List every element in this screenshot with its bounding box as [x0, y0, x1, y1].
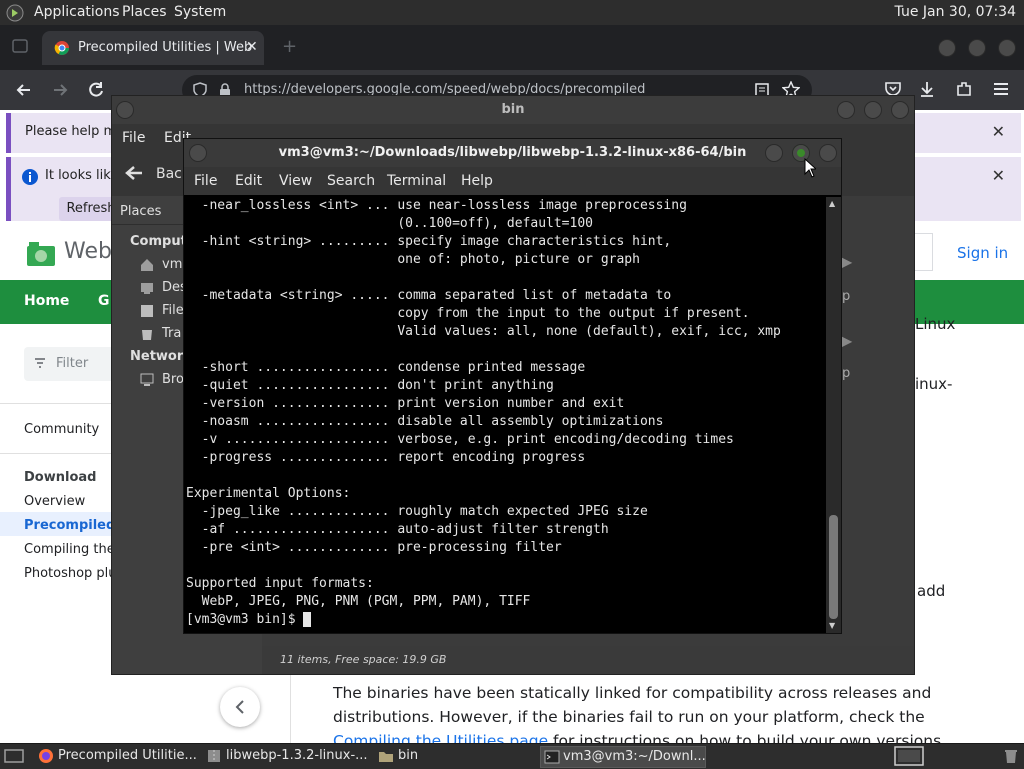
sidebar-collapse-button[interactable]: [220, 687, 260, 727]
nav-guides[interactable]: G: [98, 293, 110, 309]
download-icon[interactable]: [918, 80, 936, 98]
trash-icon: [140, 327, 154, 341]
term-menu-help[interactable]: Help: [461, 173, 493, 189]
network-icon: [140, 373, 154, 387]
reload-icon[interactable]: [86, 80, 106, 100]
scroll-down-icon[interactable]: ▼: [829, 621, 835, 630]
terminal-menubar: File Edit View Search Terminal Help: [184, 167, 841, 195]
new-tab-icon[interactable]: +: [282, 36, 297, 57]
filter-placeholder: Filter: [56, 356, 89, 371]
terminal-cursor: [303, 612, 312, 627]
sidebar-item-photoshop[interactable]: Photoshop plug: [24, 566, 125, 581]
browser-close-icon[interactable]: [998, 39, 1016, 57]
term-menu-file[interactable]: File: [194, 173, 217, 189]
mouse-pointer-icon: [804, 158, 816, 178]
top-panel: Applications Places System Tue Jan 30, 0…: [0, 0, 1024, 26]
terminal-window: vm3@vm3:~/Downloads/libwebp/libwebp-1.3.…: [183, 138, 842, 634]
browser-tab[interactable]: Precompiled Utilities | Web ✕: [42, 31, 264, 65]
file-manager-title: bin: [501, 102, 525, 117]
content-fragment: Linux: [915, 315, 956, 333]
fm-minimize-icon[interactable]: [837, 101, 855, 119]
info-notification-close-icon[interactable]: ✕: [992, 166, 1005, 185]
terminal-prompt: [vm3@vm3 bin]$: [186, 612, 304, 627]
distro-logo-icon[interactable]: [6, 4, 24, 22]
terminal-titlebar[interactable]: vm3@vm3:~/Downloads/libwebp/libwebp-1.3.…: [184, 139, 841, 167]
archive-icon: [206, 748, 222, 764]
taskbar: Precompiled Utilitie... libwebp-1.3.2-li…: [0, 743, 1024, 769]
tab-overview-icon[interactable]: [12, 38, 28, 54]
taskbar-item-terminal[interactable]: vm3@vm3:~/Downl...: [540, 746, 706, 768]
help-notification-text: Please help ma: [25, 124, 125, 139]
terminal-output[interactable]: -near_lossless <int> ... use near-lossle…: [184, 197, 826, 633]
tab-strip: Precompiled Utilities | Web ✕ +: [0, 25, 1024, 70]
fm-place-browse-network[interactable]: Bro: [162, 372, 184, 387]
content-fragment: inux-: [915, 375, 953, 393]
tab-title: Precompiled Utilities | Web: [78, 40, 253, 55]
fm-place-trash[interactable]: Tra: [162, 326, 181, 341]
notification-close-icon[interactable]: ✕: [992, 122, 1005, 141]
term-minimize-icon[interactable]: [765, 144, 783, 162]
browser-maximize-icon[interactable]: [968, 39, 986, 57]
taskbar-item-libwebp[interactable]: libwebp-1.3.2-linux-...: [204, 746, 390, 766]
panel-clock[interactable]: Tue Jan 30, 07:34: [895, 4, 1016, 20]
site-name[interactable]: Web: [64, 239, 112, 264]
term-close-icon[interactable]: [819, 144, 837, 162]
back-arrow-icon[interactable]: [14, 80, 34, 100]
fm-close-icon[interactable]: [891, 101, 909, 119]
fm-fragment: p: [842, 366, 851, 381]
sidebar-item-community[interactable]: Community: [24, 422, 99, 437]
workspace-switcher-icon[interactable]: [894, 746, 924, 766]
fm-back-arrow-icon[interactable]: [124, 164, 144, 182]
terminal-icon: [544, 750, 560, 764]
terminal-title: vm3@vm3:~/Downloads/libwebp/libwebp-1.3.…: [278, 145, 747, 160]
fm-maximize-icon[interactable]: [864, 101, 882, 119]
webp-logo-icon[interactable]: [26, 241, 56, 267]
info-notification-text: It looks like: [45, 168, 119, 183]
term-menu-edit[interactable]: Edit: [235, 173, 262, 189]
show-desktop-icon[interactable]: [4, 748, 24, 764]
terminal-scrollbar[interactable]: ▲ ▼: [826, 197, 841, 633]
term-menu-terminal[interactable]: Terminal: [387, 173, 446, 189]
firefox-icon: [38, 748, 54, 764]
fm-status-text: 11 items, Free space: 19.9 GB: [280, 653, 447, 666]
fm-places-label[interactable]: Places: [120, 204, 161, 219]
taskbar-item-browser[interactable]: Precompiled Utilitie...: [36, 746, 218, 766]
chrome-favicon-icon: [54, 40, 70, 56]
info-icon: [21, 168, 39, 186]
places-menu[interactable]: Places: [122, 4, 167, 20]
search-box[interactable]: [912, 233, 933, 271]
file-manager-statusbar: 11 items, Free space: 19.9 GB: [262, 646, 914, 674]
system-menu[interactable]: System: [174, 4, 226, 20]
terminal-text: -near_lossless <int> ... use near-lossle…: [186, 198, 781, 627]
term-menu-view[interactable]: View: [279, 173, 312, 189]
trash-applet-icon[interactable]: [1004, 748, 1018, 764]
sidebar-section-download: Download: [24, 470, 97, 485]
scroll-up-icon[interactable]: ▲: [829, 199, 835, 208]
browser-minimize-icon[interactable]: [938, 39, 956, 57]
desktop-icon: [140, 281, 154, 295]
sidebar-item-overview[interactable]: Overview: [24, 494, 85, 509]
filter-icon: [34, 357, 46, 369]
extensions-icon[interactable]: [955, 80, 973, 98]
applications-menu[interactable]: Applications: [34, 4, 120, 20]
fm-fragment: p: [842, 289, 851, 304]
fm-menu-file[interactable]: File: [122, 130, 145, 146]
file-manager-titlebar[interactable]: bin: [112, 96, 914, 124]
file-system-icon: [140, 304, 154, 318]
home-folder-icon: [140, 258, 154, 272]
forward-arrow-icon[interactable]: [50, 80, 70, 100]
term-menu-search[interactable]: Search: [327, 173, 375, 189]
nav-home[interactable]: Home: [24, 293, 69, 309]
content-fragment: add: [917, 582, 946, 600]
tab-close-icon[interactable]: ✕: [246, 39, 258, 55]
taskbar-item-bin[interactable]: bin: [376, 746, 548, 766]
sign-in-link[interactable]: Sign in: [957, 244, 1008, 262]
app-menu-icon[interactable]: [992, 80, 1010, 98]
folder-icon: [378, 749, 394, 763]
scrollbar-thumb[interactable]: [829, 515, 838, 619]
fm-place-filesystem[interactable]: File: [162, 303, 184, 318]
